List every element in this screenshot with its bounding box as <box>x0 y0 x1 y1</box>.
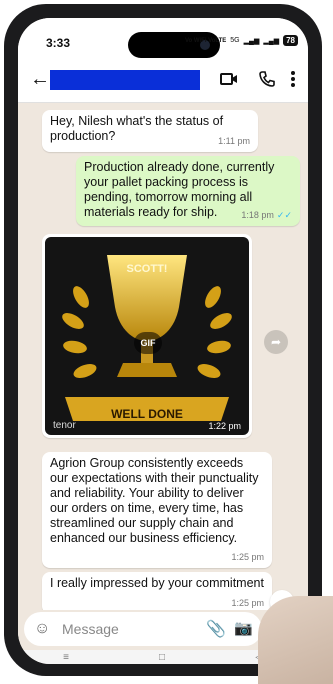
gif-provider: tenor <box>53 420 76 431</box>
recents-icon[interactable]: ≡ <box>63 652 69 663</box>
battery-icon: 78 <box>283 35 298 46</box>
gif-trophy-text: SCOTT! <box>126 263 168 275</box>
signal-icon: ▂▄▆ <box>243 37 260 45</box>
message-incoming[interactable]: Hey, Nilesh what's the status of product… <box>42 110 258 152</box>
gif-message[interactable]: SCOTT! GIF WELL DONE tenor 1:22 pm <box>42 234 252 438</box>
video-call-icon[interactable] <box>220 70 238 88</box>
emoji-icon[interactable]: ☺ <box>34 620 50 638</box>
message-time: 1:11 pm <box>218 136 250 146</box>
message-incoming[interactable]: Agrion Group consistently exceeds our ex… <box>42 452 272 568</box>
message-outgoing[interactable]: Production already done, currently your … <box>76 156 300 226</box>
hand-thumb <box>258 596 333 684</box>
phone-frame: 3:33 Vo WiFi VoLTE 5G ▂▄▆ ▂▄▆ 78 ← Hey, … <box>4 4 322 676</box>
message-placeholder[interactable]: Message <box>62 621 119 637</box>
message-text: Agrion Group consistently exceeds our ex… <box>50 456 259 545</box>
message-time: 1:22 pm <box>208 421 241 431</box>
contact-name-redacted[interactable] <box>50 70 200 90</box>
message-input[interactable]: ☺ Message 📎 📷 <box>24 612 262 646</box>
forward-icon[interactable]: ➦ <box>264 330 288 354</box>
camera-icon[interactable]: 📷 <box>234 619 253 637</box>
attach-icon[interactable]: 📎 <box>206 619 226 639</box>
gif-banner-text: WELL DONE <box>111 407 183 421</box>
gif-image[interactable]: SCOTT! GIF WELL DONE tenor 1:22 pm <box>45 237 249 435</box>
message-text: I really impressed by your commitment <box>50 576 264 590</box>
message-incoming[interactable]: I really impressed by your commitment 1:… <box>42 572 272 614</box>
gif-badge[interactable]: GIF <box>134 332 162 354</box>
message-time-wrap: 1:18 pm ✓✓ <box>241 208 292 223</box>
signal-icon-2: ▂▄▆ <box>263 37 280 45</box>
read-ticks-icon: ✓✓ <box>276 210 292 220</box>
more-vert-icon[interactable] <box>290 70 296 88</box>
status-icons: Vo WiFi VoLTE 5G ▂▄▆ ▂▄▆ 78 <box>185 35 298 46</box>
status-bar: 3:33 Vo WiFi VoLTE 5G ▂▄▆ ▂▄▆ 78 <box>18 18 308 58</box>
message-time: 1:18 pm <box>241 210 274 220</box>
message-time: 1:25 pm <box>231 598 264 608</box>
back-arrow-icon[interactable]: ← <box>30 68 50 91</box>
status-time: 3:33 <box>46 36 71 50</box>
signal-label: 5G <box>230 37 240 44</box>
message-time: 1:25 pm <box>231 552 264 562</box>
chat-header: ← <box>18 58 308 103</box>
screen: 3:33 Vo WiFi VoLTE 5G ▂▄▆ ▂▄▆ 78 ← Hey, … <box>18 18 308 664</box>
network-label: Vo WiFi VoLTE <box>185 37 227 44</box>
phone-call-icon[interactable] <box>258 70 276 88</box>
home-icon[interactable]: □ <box>159 652 165 663</box>
message-list[interactable]: Hey, Nilesh what's the status of product… <box>18 102 308 614</box>
